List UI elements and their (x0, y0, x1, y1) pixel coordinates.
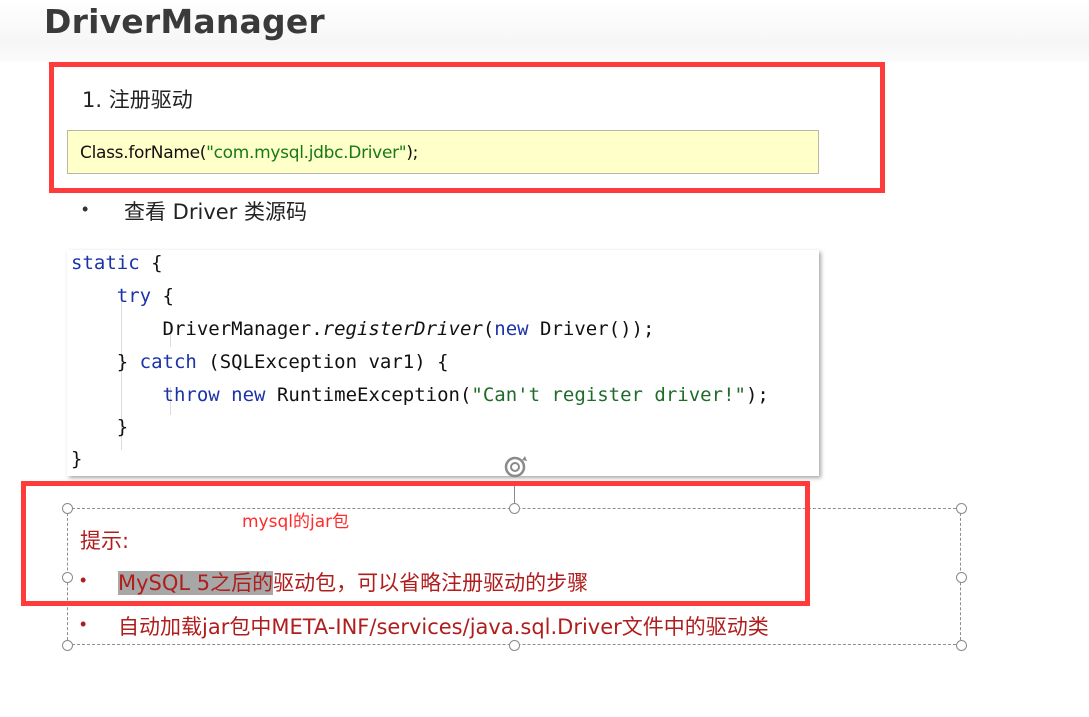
driver-source-code-block: static { try { DriverManager.registerDri… (67, 250, 819, 476)
tip-bullet-symbol: • (80, 570, 87, 590)
step-heading: 1. 注册驱动 (82, 88, 193, 112)
slide-title: DriverManager (44, 2, 325, 41)
code-line-2: try { (116, 285, 174, 307)
resize-handle-mid-right[interactable] (956, 572, 967, 583)
code-line-3: DriverManager.registerDriver(new Driver(… (162, 318, 655, 340)
code-line-5: throw new RuntimeException("Can't regist… (162, 384, 769, 406)
resize-handle-bottom-center[interactable] (509, 640, 520, 651)
code-line-6: } (116, 416, 129, 438)
jar-annotation: mysql的jar包 (242, 512, 350, 532)
register-driver-code: Class.forName("com.mysql.jdbc.Driver"); (67, 130, 819, 174)
rotate-handle-icon[interactable] (500, 452, 532, 482)
code-line-1: static { (71, 252, 163, 274)
resize-handle-bottom-right[interactable] (956, 640, 967, 651)
tip-label: 提示: (80, 529, 130, 553)
code-line-4: } catch (SQLException var1) { (116, 351, 449, 373)
bullet-symbol: • (82, 199, 89, 219)
selected-text-highlight: MySQL 5之后的 (118, 571, 274, 595)
code-string: "com.mysql.jdbc.Driver" (206, 143, 407, 163)
resize-handle-top-right[interactable] (956, 503, 967, 514)
code-prefix: Class.forName( (80, 143, 207, 163)
code-suffix: ); (406, 143, 419, 163)
view-source-bullet: 查看 Driver 类源码 (124, 200, 307, 224)
code-line-7: } (71, 448, 83, 470)
tip-bullet-symbol: • (80, 614, 87, 634)
tip-item-2: 自动加载jar包中META-INF/services/java.sql.Driv… (118, 615, 769, 639)
resize-handle-bottom-left[interactable] (62, 640, 73, 651)
tip-item-1: MySQL 5之后的驱动包，可以省略注册驱动的步骤 (118, 571, 589, 595)
